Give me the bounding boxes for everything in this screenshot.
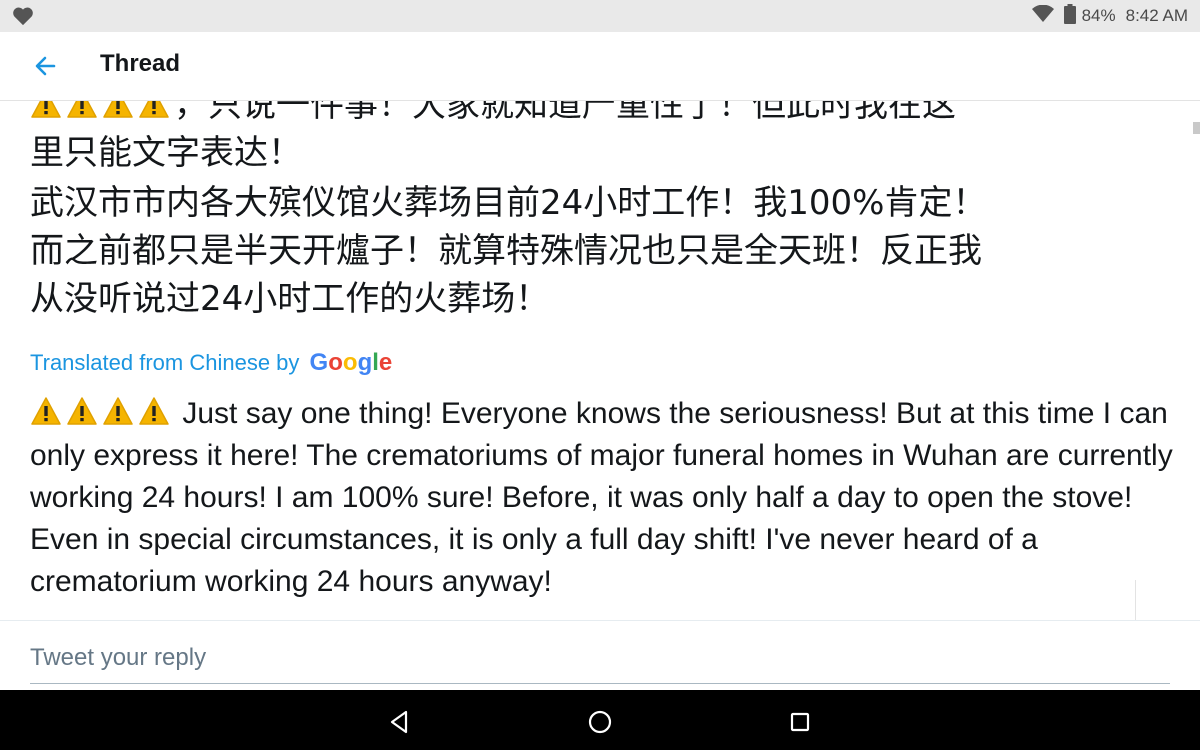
warning-icon	[102, 101, 134, 118]
system-nav-bar	[0, 690, 1200, 750]
tweet-chinese-line: 武汉市市内各大殡仪馆火葬场目前24小时工作！我100%肯定！	[30, 183, 987, 223]
warning-icon	[30, 101, 62, 118]
google-logo: Google	[309, 349, 393, 376]
tweet-content: ，只说一件事！大家就知道严重性了！但此时我在这 里只能文字表达！ 武汉市市内各大…	[0, 101, 1200, 621]
tweet-chinese-line: 从没听说过24小时工作的火葬场！	[30, 279, 550, 319]
page-title: Thread	[100, 50, 181, 77]
translation-attribution[interactable]: Translated from Chinese by Google	[30, 349, 392, 377]
warning-icon	[66, 396, 98, 426]
nav-back-icon	[386, 710, 414, 740]
warning-icon	[138, 101, 170, 118]
tweet-chinese-line: ，只说一件事！大家就知道严重性了！但此时我在这	[30, 101, 956, 129]
battery-indicator: 84%	[1063, 3, 1116, 29]
reply-bar	[0, 620, 1200, 691]
warning-icon	[30, 396, 62, 426]
tweet-translation-text: Just say one thing! Everyone knows the s…	[30, 397, 1173, 598]
translation-attribution-label: Translated from Chinese by	[30, 350, 300, 375]
heart-icon	[12, 6, 34, 30]
status-indicators: 84% 8:42 AM	[1031, 0, 1188, 32]
status-bar: 84% 8:42 AM	[0, 0, 1200, 32]
app-header: Thread	[0, 32, 1200, 101]
back-button[interactable]	[30, 52, 60, 80]
scrollbar[interactable]	[1193, 122, 1200, 134]
battery-icon	[1063, 3, 1076, 29]
clock: 8:42 AM	[1125, 6, 1188, 25]
nav-home-button[interactable]	[586, 708, 614, 736]
tweet-chinese-line: 里只能文字表达！	[30, 133, 302, 173]
nav-recents-icon	[786, 712, 814, 740]
reply-input[interactable]	[30, 633, 1170, 684]
warning-icon	[138, 396, 170, 426]
wifi-icon	[1031, 4, 1054, 28]
warning-icon	[102, 396, 134, 426]
back-arrow-icon	[30, 56, 60, 84]
battery-percent: 84%	[1081, 6, 1116, 25]
tweet-chinese-line: 而之前都只是半天开爐子！就算特殊情况也只是全天班！反正我	[30, 231, 982, 271]
divider	[1135, 580, 1136, 620]
tweet-chinese-text: ，只说一件事！大家就知道严重性了！但此时我在这	[174, 101, 956, 125]
warning-icon	[66, 101, 98, 118]
nav-home-icon	[586, 710, 614, 740]
nav-recents-button[interactable]	[786, 708, 814, 736]
tweet-translation: Just say one thing! Everyone knows the s…	[30, 393, 1180, 603]
nav-back-button[interactable]	[386, 708, 414, 736]
